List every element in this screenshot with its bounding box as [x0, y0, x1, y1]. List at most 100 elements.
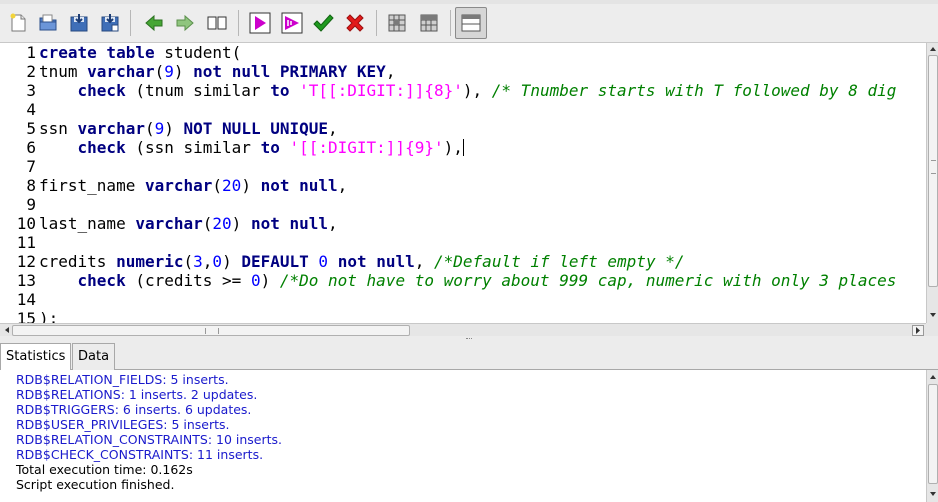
code-token: , [202, 252, 213, 271]
code-token: ( [202, 214, 213, 233]
code-token: /* Tnumber starts with T followed by 8 d… [491, 81, 897, 100]
code-token: varchar [135, 214, 203, 233]
back-button[interactable] [140, 9, 168, 37]
grid-2-button[interactable] [415, 9, 443, 37]
code-token: last_name [39, 214, 136, 233]
code-line[interactable]: ssn varchar(9) NOT NULL UNIQUE, [39, 119, 929, 138]
code-token: ) [173, 62, 194, 81]
line-number: 10 [16, 214, 36, 233]
bookmarks-button[interactable] [203, 9, 231, 37]
code-token: ), [462, 81, 492, 100]
code-line[interactable] [39, 100, 929, 119]
editor-vertical-scrollbar[interactable] [926, 43, 938, 323]
code-line[interactable]: check (credits >= 0) /*Do not have to wo… [39, 271, 929, 290]
line-number: 14 [16, 290, 36, 309]
sql-editor[interactable]: 1 2 3 4 5 6 7 8 9 10 11 12 13 14 15 create table stude… [0, 43, 938, 323]
save-icon [70, 14, 88, 32]
code-token: ssn [39, 119, 78, 138]
save-as-icon [101, 14, 119, 32]
code-line[interactable] [39, 157, 929, 176]
code-line[interactable]: credits numeric(3,0) DEFAULT 0 not null,… [39, 252, 929, 271]
code-token: (tnum similar [125, 81, 271, 100]
execute-step-button[interactable] [278, 9, 306, 37]
pane-splitter[interactable] [0, 336, 938, 343]
line-number: 3 [26, 81, 36, 100]
code-token: 0 [318, 252, 329, 271]
new-file-button[interactable] [4, 9, 32, 37]
code-line[interactable]: tnum varchar(9) not null PRIMARY KEY, [39, 62, 929, 81]
grid-1-button[interactable] [383, 9, 411, 37]
code-line[interactable] [39, 233, 929, 252]
scroll-down-icon[interactable] [928, 488, 938, 500]
code-line[interactable]: first_name varchar(20) not null, [39, 176, 929, 195]
output-vertical-scrollbar[interactable] [926, 370, 938, 502]
code-token: ); [39, 309, 59, 323]
code-token: student( [154, 43, 242, 62]
new-document-icon [10, 13, 26, 32]
line-number: 13 [16, 271, 36, 290]
code-token: 3 [193, 252, 203, 271]
line-number: 1 [26, 43, 36, 62]
code-token: ) [231, 214, 251, 233]
toolbar-separator [238, 10, 239, 36]
code-token: create table [39, 43, 155, 62]
scroll-up-icon[interactable] [928, 43, 938, 55]
play-step-icon [281, 12, 303, 34]
editor-horizontal-scrollbar[interactable] [0, 323, 926, 336]
code-token: (credits >= [125, 271, 251, 290]
save-as-button[interactable] [96, 9, 124, 37]
code-token: check [77, 81, 126, 100]
code-line[interactable]: ); [39, 309, 929, 323]
scroll-right-icon[interactable] [912, 325, 924, 336]
forward-button[interactable] [171, 9, 199, 37]
scroll-left-icon[interactable] [2, 325, 12, 335]
code-token: numeric [116, 252, 184, 271]
scroll-thumb[interactable] [928, 384, 938, 484]
code-token: ) [222, 252, 242, 271]
toolbar-separator [376, 10, 377, 36]
commit-button[interactable] [309, 9, 337, 37]
scroll-thumb[interactable] [12, 325, 410, 336]
scroll-thumb[interactable] [928, 55, 938, 287]
code-token: check [77, 138, 126, 157]
code-line[interactable]: create table student( [39, 43, 929, 62]
code-token: not null [337, 252, 415, 271]
line-number: 6 [26, 138, 36, 157]
code-token: to [260, 138, 280, 157]
line-number: 15 [16, 309, 36, 323]
code-token: to [270, 81, 290, 100]
scroll-down-icon[interactable] [928, 309, 938, 321]
check-icon [313, 14, 334, 32]
save-file-button[interactable] [65, 9, 93, 37]
menu-strip [0, 0, 938, 4]
code-token: , [337, 176, 348, 195]
rollback-button[interactable] [341, 9, 369, 37]
arrow-left-icon [145, 14, 163, 32]
code-line[interactable]: last_name varchar(20) not null, [39, 214, 929, 233]
code-line[interactable] [39, 290, 929, 309]
toolbar-separator [450, 10, 451, 36]
tab-statistics[interactable]: Statistics [0, 343, 72, 371]
code-token: DEFAULT [241, 252, 309, 271]
line-number: 9 [26, 195, 36, 214]
code-token: 9 [164, 62, 174, 81]
tab-data[interactable]: Data [72, 343, 116, 370]
code-line[interactable] [39, 195, 929, 214]
code-line[interactable]: check (tnum similar to 'T[[:DIGIT:]]{8}'… [39, 81, 929, 100]
code-token: NOT NULL UNIQUE [183, 119, 329, 138]
toggle-panel-button[interactable] [455, 7, 487, 39]
scroll-up-icon[interactable] [928, 371, 938, 383]
line-number: 11 [16, 233, 36, 252]
open-file-button[interactable] [34, 9, 62, 37]
code-token: ( [183, 252, 194, 271]
code-token: 20 [222, 176, 242, 195]
output-line: RDB$USER_PRIVILEGES: 5 inserts. [16, 417, 230, 432]
code-token: ( [212, 176, 223, 195]
code-line[interactable]: check (ssn similar to '[[:DIGIT:]]{9}'), [39, 138, 929, 157]
code-token: (ssn similar [125, 138, 261, 157]
code-token: ) [164, 119, 184, 138]
execute-button[interactable] [246, 9, 274, 37]
open-folder-icon [39, 14, 57, 31]
